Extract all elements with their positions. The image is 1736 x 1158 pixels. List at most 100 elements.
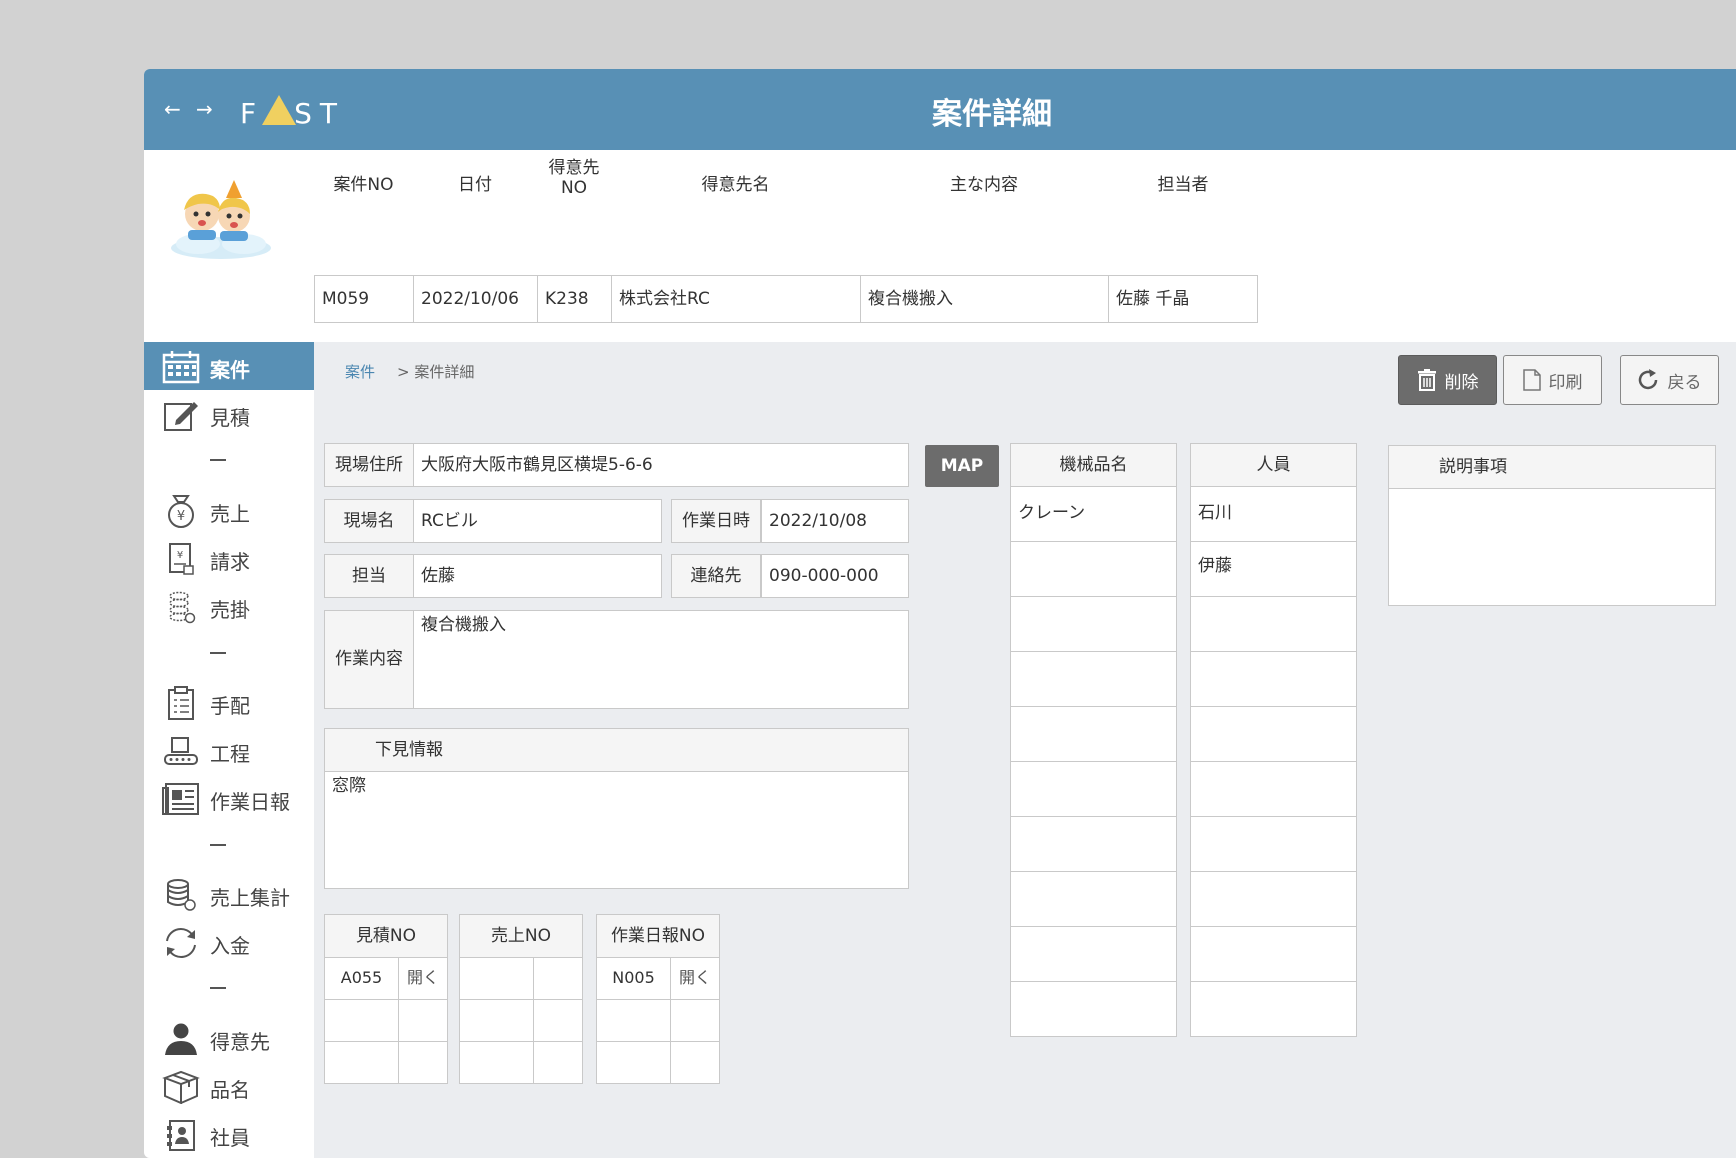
sidebar-item-process[interactable]: 工程 [144, 726, 314, 774]
daily-report-no-cell[interactable]: N005 [596, 957, 671, 1000]
header-person-in-charge: 担当者 [1157, 175, 1209, 195]
staff-row[interactable] [1190, 651, 1357, 707]
sales-no-cell[interactable] [459, 957, 534, 1000]
sidebar-item-sales[interactable]: ¥ 売上 [144, 486, 314, 534]
breadcrumb-root-link[interactable]: 案件 [345, 363, 375, 381]
estimate-no-cell[interactable] [324, 1041, 399, 1084]
sidebar-item-daily-report[interactable]: 作業日報 [144, 774, 314, 822]
sidebar-item-product[interactable]: 品名 [144, 1062, 314, 1110]
coins-icon [169, 591, 196, 624]
person-label: 担当 [324, 554, 414, 598]
machine-row[interactable] [1010, 651, 1177, 707]
sales-open-button[interactable] [533, 1041, 583, 1084]
sidebar-item-payment[interactable]: 入金 [144, 918, 314, 966]
edit-icon [164, 402, 198, 431]
sales-no-header: 売上NO [459, 914, 583, 958]
case-no-field[interactable]: M059 [314, 275, 414, 323]
breadcrumb-current: > 案件詳細 [397, 363, 475, 381]
sidebar-label-arrangement: 手配 [210, 694, 250, 718]
staff-row[interactable] [1190, 761, 1357, 817]
work-datetime-field[interactable]: 2022/10/08 [761, 499, 909, 543]
machine-row[interactable] [1010, 761, 1177, 817]
estimate-no-cell[interactable]: A055 [324, 957, 399, 1000]
machine-row[interactable] [1010, 541, 1177, 597]
main-content-field[interactable]: 複合機搬入 [860, 275, 1109, 323]
machine-row[interactable] [1010, 706, 1177, 762]
estimate-open-button[interactable] [398, 1041, 448, 1084]
machine-row[interactable] [1010, 926, 1177, 982]
staff-row[interactable] [1190, 871, 1357, 927]
sidebar-item-receivable[interactable]: 売掛 [144, 582, 314, 630]
calendar-icon [162, 351, 200, 384]
back-button[interactable]: 戻る [1620, 355, 1719, 405]
person-field[interactable]: 佐藤 [413, 554, 662, 598]
sales-open-button[interactable] [533, 957, 583, 1000]
machine-row[interactable] [1010, 816, 1177, 872]
money-bag-icon: ¥ [168, 495, 194, 528]
sidebar-label-sales-total: 売上集計 [210, 886, 290, 910]
print-button[interactable]: 印刷 [1503, 355, 1602, 405]
estimate-open-button[interactable]: 開く [398, 957, 448, 1000]
header-customer-no-line1: 得意先 [548, 158, 600, 178]
survey-info-textarea[interactable]: 窓際 [324, 771, 909, 889]
staff-row[interactable] [1190, 596, 1357, 652]
person-in-charge-field[interactable]: 佐藤 千晶 [1108, 275, 1258, 323]
staff-row[interactable] [1190, 981, 1357, 1037]
customer-name-field[interactable]: 株式会社RC [611, 275, 861, 323]
staff-row[interactable] [1190, 926, 1357, 982]
header-customer-no-line2: NO [560, 178, 588, 198]
machine-row[interactable] [1010, 596, 1177, 652]
staff-row[interactable] [1190, 706, 1357, 762]
header-customer-name: 得意先名 [701, 175, 770, 195]
sales-no-cell[interactable] [459, 1041, 534, 1084]
sidebar-item-estimate[interactable]: 見積 [144, 390, 314, 438]
map-button[interactable]: MAP [925, 445, 999, 487]
daily-report-open-button[interactable] [670, 1041, 720, 1084]
estimate-no-cell[interactable] [324, 999, 399, 1042]
box-icon [162, 1070, 200, 1104]
estimate-no-header: 見積NO [324, 914, 448, 958]
estimate-open-button[interactable] [398, 999, 448, 1042]
sidebar-item-sales-total[interactable]: 売上集計 [144, 870, 314, 918]
date-field[interactable]: 2022/10/06 [413, 275, 538, 323]
staff-row[interactable] [1190, 816, 1357, 872]
machine-row[interactable]: クレーン [1010, 486, 1177, 542]
sales-no-cell[interactable] [459, 999, 534, 1042]
daily-report-no-header: 作業日報NO [596, 914, 720, 958]
daily-report-no-cell[interactable] [596, 999, 671, 1042]
sidebar-label-billing: 請求 [210, 550, 250, 574]
sidebar-label-receivable: 売掛 [210, 598, 250, 622]
notes-textarea[interactable] [1388, 488, 1716, 606]
customer-no-field[interactable]: K238 [537, 275, 612, 323]
newspaper-icon [162, 783, 199, 815]
back-button-label: 戻る [1667, 372, 1702, 393]
sidebar-label-product: 品名 [210, 1078, 250, 1102]
refresh-icon [166, 927, 196, 959]
work-content-textarea[interactable]: 複合機搬入 [413, 610, 909, 709]
staff-row[interactable]: 石川 [1190, 486, 1357, 542]
person-icon [165, 1023, 197, 1055]
sidebar-item-arrangement[interactable]: 手配 [144, 678, 314, 726]
daily-report-open-button[interactable]: 開く [670, 957, 720, 1000]
sidebar-item-cases[interactable]: 案件 [144, 342, 314, 390]
staff-row[interactable]: 伊藤 [1190, 541, 1357, 597]
machine-row[interactable] [1010, 871, 1177, 927]
document-icon [1522, 369, 1541, 391]
notes-header: 説明事項 [1388, 445, 1716, 489]
sidebar-separator [210, 844, 226, 846]
sidebar-item-customer[interactable]: 得意先 [144, 1014, 314, 1062]
delete-button[interactable]: 削除 [1398, 355, 1497, 405]
trash-icon [1417, 369, 1436, 391]
daily-report-open-button[interactable] [670, 999, 720, 1042]
work-datetime-label: 作業日時 [671, 499, 761, 543]
sidebar-item-billing[interactable]: ¥ 請求 [144, 534, 314, 582]
site-name-label: 現場名 [324, 499, 414, 543]
sidebar-item-employee[interactable]: 社員 [144, 1110, 314, 1158]
header-case-no: 案件NO [333, 175, 394, 195]
daily-report-no-cell[interactable] [596, 1041, 671, 1084]
machine-row[interactable] [1010, 981, 1177, 1037]
sales-open-button[interactable] [533, 999, 583, 1042]
site-address-field[interactable]: 大阪府大阪市鶴見区横堤5-6-6 [413, 443, 909, 487]
contact-field[interactable]: 090-000-000 [761, 554, 909, 598]
site-name-field[interactable]: RCビル [413, 499, 662, 543]
